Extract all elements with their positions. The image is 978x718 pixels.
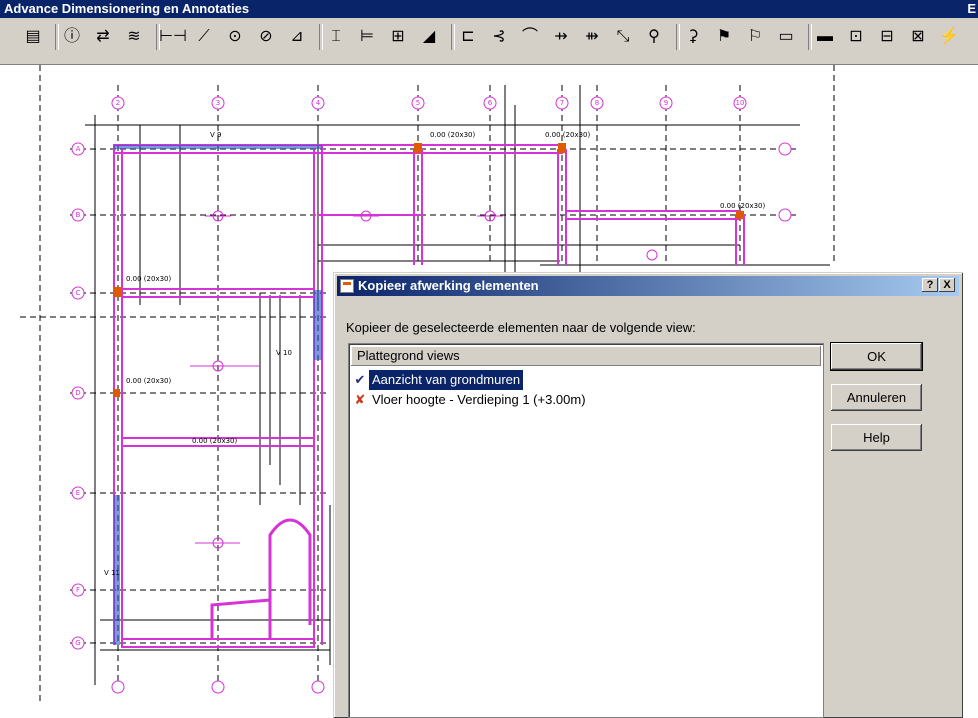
arc-icon[interactable]: ⌒ [519, 26, 541, 48]
beam-label: 0.00 (20x30) [192, 437, 237, 445]
grid-label: G [75, 639, 80, 647]
beam-label: V 10 [276, 349, 292, 357]
grid-label: 3 [216, 99, 220, 107]
toolbar: ▤ ⓘ ⇄ ≋ ⊢⊣ ⟋ ⊙ ⊘ ⊿ ⌶ ⊨ ⊞ ◢ ⊏ ⊰ ⌒ ⇸ ⇻ ⤡ ⚲ ⚳ ⚑ ⚐ ▭ ▬ ⊡ ⊟ ⊠ ⚡ [0, 18, 978, 65]
insert-point-icon[interactable]: ⇸ [550, 26, 572, 48]
beam-label: V 11 [104, 569, 120, 577]
toolbar-separator [676, 24, 680, 50]
beam-label: 0.00 (20x30) [720, 202, 765, 210]
grid-label: 4 [316, 99, 321, 107]
stretch-icon[interactable]: ⤡ [612, 26, 634, 48]
copy-icon[interactable]: ⚳ [682, 26, 704, 48]
grid-label: 5 [416, 99, 420, 107]
label-icon[interactable]: ⊏ [457, 26, 479, 48]
remove-point-icon[interactable]: ⇻ [581, 26, 603, 48]
toolbar-separator [55, 24, 59, 50]
annotation-icon[interactable]: ⚑ [713, 26, 735, 48]
tag-icon[interactable]: ▬ [814, 26, 836, 48]
grid-label: 7 [560, 99, 564, 107]
app-title: Advance Dimensionering en Annotaties [4, 1, 250, 16]
toolbar-separator [451, 24, 455, 50]
beam-label: 0.00 (20x30) [126, 377, 171, 385]
grid-label: E [76, 489, 80, 497]
grid-label: 2 [116, 99, 120, 107]
dialog-prompt: Kopieer de geselecteerde elementen naar … [346, 320, 696, 335]
grid-label: 8 [595, 99, 599, 107]
grid-label: A [76, 145, 81, 153]
close-button[interactable]: X [939, 278, 955, 292]
list-item-label: Aanzicht van grondmuren [369, 370, 524, 390]
check-icon: ✔ [354, 372, 366, 387]
dialog-app-icon [340, 279, 354, 293]
radius-dimension-icon[interactable]: ⊙ [224, 26, 246, 48]
layers-icon[interactable]: ≋ [123, 26, 145, 48]
room-tag-icon[interactable]: ⊡ [845, 26, 867, 48]
convert-icon[interactable]: ▭ [775, 26, 797, 48]
diameter-dimension-icon[interactable]: ⊘ [255, 26, 277, 48]
elevation-icon[interactable]: ⊰ [488, 26, 510, 48]
toolbar-separator [319, 24, 323, 50]
linear-dimension-icon[interactable]: ⊢⊣ [159, 26, 187, 48]
update-icon[interactable]: ⚲ [643, 26, 665, 48]
title-right-text: E [967, 1, 976, 16]
chain-dimension-icon[interactable]: ⊞ [387, 26, 409, 48]
grid-label: 9 [664, 99, 668, 107]
door-tag-icon[interactable]: ⊟ [876, 26, 898, 48]
beam-label: 0.00 (20x30) [430, 131, 475, 139]
help-button[interactable]: Help [831, 424, 922, 451]
cross-icon: ✘ [354, 392, 366, 407]
grid-label: 10 [736, 99, 745, 107]
list-item-aanzicht-grondmuren[interactable]: ✔ Aanzicht van grondmuren [351, 370, 524, 390]
app-title-bar: Advance Dimensionering en Annotaties E [0, 0, 978, 18]
grid-label: B [76, 211, 81, 219]
ok-button[interactable]: OK [830, 342, 923, 371]
angle-dimension-icon[interactable]: ⊿ [286, 26, 308, 48]
toolbar-separator [808, 24, 812, 50]
cancel-button[interactable]: Annuleren [831, 384, 922, 411]
beam-label: V 9 [210, 131, 221, 139]
lightning-icon[interactable]: ⚡ [938, 26, 960, 48]
grid-label: 6 [488, 99, 493, 107]
aligned-dimension-icon[interactable]: ⟋ [193, 26, 215, 48]
info-icon[interactable]: ⓘ [61, 26, 83, 48]
grid-dimension-icon[interactable]: ⌶ [325, 26, 347, 48]
dialog-title: Kopieer afwerking elementen [358, 278, 539, 293]
list-item-vloer-hoogte[interactable]: ✘ Vloer hoogte - Verdieping 1 (+3.00m) [351, 390, 589, 410]
context-help-button[interactable]: ? [922, 278, 938, 292]
grid-label: D [75, 389, 80, 397]
level-icon[interactable]: ◢ [418, 26, 440, 48]
grid-label: F [76, 586, 80, 594]
dialog-title-bar[interactable]: Kopieer afwerking elementen ? X [337, 276, 959, 296]
views-listbox[interactable]: Plattegrond views ✔ Aanzicht van grondmu… [348, 343, 824, 718]
wall-dimension-icon[interactable]: ⊨ [356, 26, 378, 48]
properties-icon[interactable]: ▤ [22, 26, 44, 48]
list-item-label: Vloer hoogte - Verdieping 1 (+3.00m) [372, 392, 586, 407]
grid-label: C [76, 289, 81, 297]
copy-finish-dialog: Kopieer afwerking elementen ? X Kopieer … [333, 272, 963, 718]
window-tag-icon[interactable]: ⊠ [907, 26, 929, 48]
list-header-plattegrond-views[interactable]: Plattegrond views [351, 346, 821, 366]
beam-label: 0.00 (20x30) [545, 131, 590, 139]
text-style-icon[interactable]: ⇄ [92, 26, 114, 48]
finish-icon[interactable]: ⚐ [744, 26, 766, 48]
beam-label: 0.00 (20x30) [126, 275, 171, 283]
